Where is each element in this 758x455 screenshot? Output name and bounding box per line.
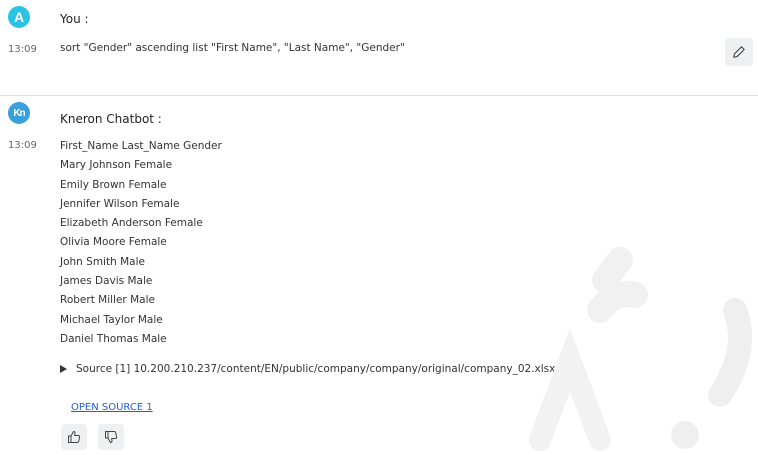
like-button[interactable]	[61, 424, 87, 450]
response-line: Emily Brown Female	[60, 178, 167, 191]
edit-message-button[interactable]	[725, 38, 753, 66]
user-message-time: 13:09	[8, 44, 37, 55]
chatbot-response: First_Name Last_Name Gender Mary Johnson…	[60, 137, 222, 349]
response-line: Daniel Thomas Male	[60, 332, 167, 345]
source-text: Source [1] 10.200.210.237/content/EN/pub…	[76, 363, 556, 375]
response-line: James Davis Male	[60, 275, 153, 288]
watermark-shapes	[529, 247, 752, 451]
user-message-text: sort "Gender" ascending list "First Name…	[60, 42, 405, 54]
response-line: Olivia Moore Female	[60, 236, 167, 249]
user-sender-name: You :	[60, 12, 89, 26]
expand-triangle-icon	[60, 365, 67, 373]
message-divider	[0, 95, 758, 96]
chatbot-message-time: 13:09	[8, 140, 37, 151]
pencil-icon	[733, 46, 745, 58]
chatbot-avatar: Kn	[8, 102, 30, 124]
response-line: Elizabeth Anderson Female	[60, 217, 203, 230]
response-line: Robert Miller Male	[60, 294, 155, 307]
open-source-link[interactable]: OPEN SOURCE 1	[71, 402, 153, 413]
thumbs-down-icon	[105, 431, 118, 443]
response-line: John Smith Male	[60, 255, 145, 268]
response-line: Michael Taylor Male	[60, 313, 163, 326]
response-line: Jennifer Wilson Female	[60, 197, 180, 210]
response-line: Mary Johnson Female	[60, 159, 173, 172]
source-toggle[interactable]: Source [1] 10.200.210.237/content/EN/pub…	[60, 363, 555, 375]
dislike-button[interactable]	[98, 424, 124, 450]
user-avatar: A	[8, 6, 30, 28]
chatbot-sender-name: Kneron Chatbot :	[60, 112, 162, 126]
response-line: First_Name Last_Name Gender	[60, 140, 222, 152]
thumbs-up-icon	[68, 431, 81, 443]
